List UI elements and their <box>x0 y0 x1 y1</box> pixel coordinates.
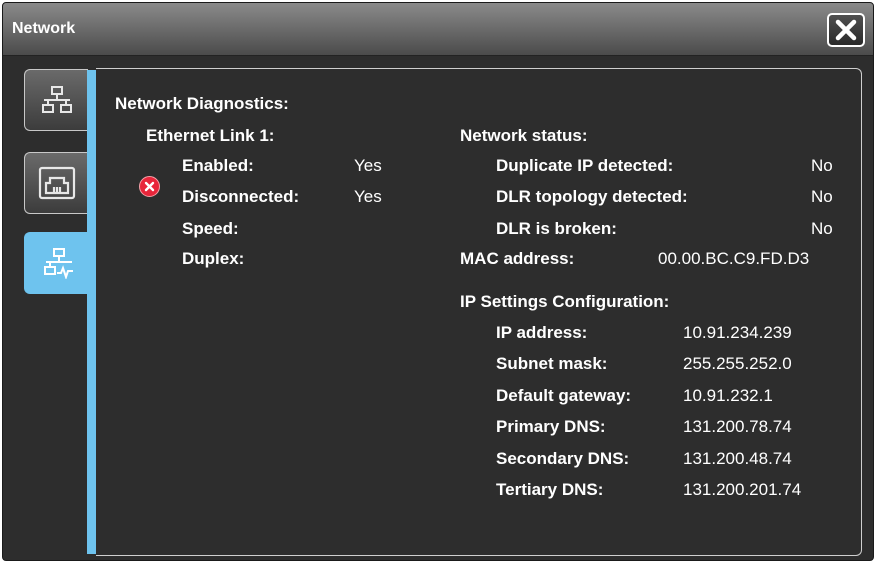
close-button[interactable] <box>827 13 865 47</box>
default-gateway-label: Default gateway: <box>496 386 632 405</box>
default-gateway-value: 10.91.232.1 <box>683 386 773 405</box>
tab-network-topology[interactable] <box>24 69 88 131</box>
dlr-topology-label: DLR topology detected: <box>496 187 688 206</box>
network-topology-icon <box>41 86 72 113</box>
network-window: Network Network Diagnostics: Ethernet Li… <box>2 2 874 561</box>
ip-settings-heading: IP Settings Configuration: <box>460 292 670 311</box>
window-title: Network <box>12 20 76 37</box>
speed-label: Speed: <box>182 219 239 238</box>
secondary-dns-label: Secondary DNS: <box>496 449 630 468</box>
dlr-topology-value: No <box>811 187 833 206</box>
error-icon <box>139 176 160 197</box>
subnet-mask-value: 255.255.252.0 <box>683 354 792 373</box>
duplex-label: Duplex: <box>182 249 245 268</box>
close-icon <box>835 19 857 41</box>
primary-dns-label: Primary DNS: <box>496 417 606 436</box>
enabled-label: Enabled: <box>182 156 254 175</box>
title-bar: Network <box>3 3 873 56</box>
tertiary-dns-value: 131.200.201.74 <box>683 480 802 499</box>
tab-ethernet-port[interactable] <box>24 152 88 214</box>
ip-address-label: IP address: <box>496 323 588 342</box>
tab-network-diagnostics[interactable] <box>24 232 92 294</box>
dlr-broken-value: No <box>811 219 833 238</box>
network-diagnostics-heading: Network Diagnostics: <box>115 94 289 113</box>
network-status-heading: Network status: <box>460 126 588 145</box>
duplicate-ip-value: No <box>811 156 833 175</box>
primary-dns-value: 131.200.78.74 <box>683 417 792 436</box>
duplicate-ip-label: Duplicate IP detected: <box>496 156 674 175</box>
ip-address-value: 10.91.234.239 <box>683 323 792 342</box>
active-tab-indicator <box>87 70 96 554</box>
dlr-broken-label: DLR is broken: <box>496 219 617 238</box>
disconnected-label: Disconnected: <box>182 187 300 206</box>
error-x-mark <box>144 181 155 192</box>
network-diagnostics-icon <box>43 248 73 279</box>
ethernet-link-heading: Ethernet Link 1: <box>146 126 275 145</box>
secondary-dns-value: 131.200.48.74 <box>683 449 792 468</box>
ethernet-port-icon <box>38 166 75 200</box>
enabled-value: Yes <box>354 156 382 175</box>
tertiary-dns-label: Tertiary DNS: <box>496 480 604 499</box>
mac-address-label: MAC address: <box>460 249 575 268</box>
mac-address-value: 00.00.BC.C9.FD.D3 <box>658 249 810 268</box>
subnet-mask-label: Subnet mask: <box>496 354 608 373</box>
disconnected-value: Yes <box>354 187 382 206</box>
